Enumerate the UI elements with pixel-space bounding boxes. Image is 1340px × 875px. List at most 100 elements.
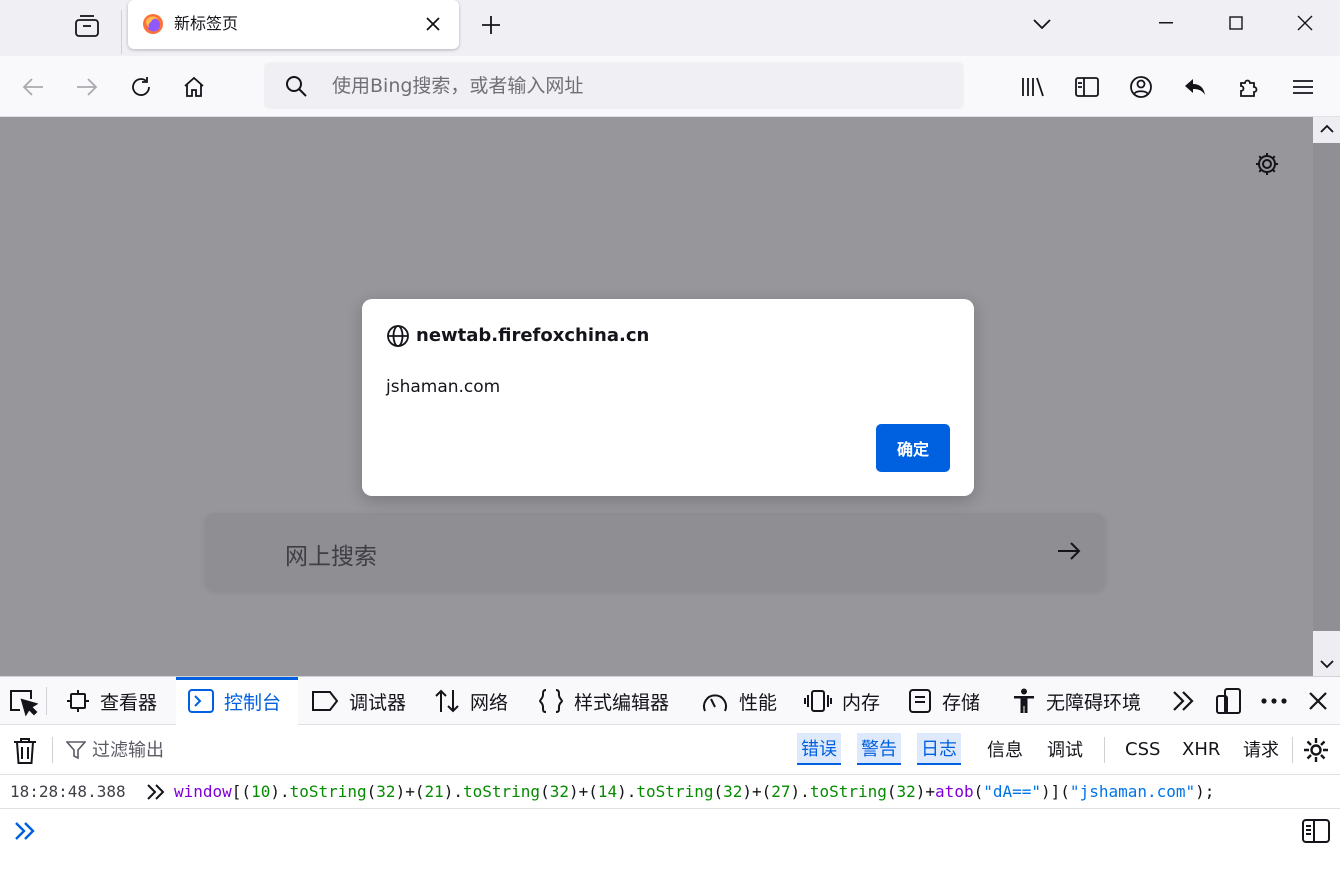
filter-css-button[interactable]: CSS	[1121, 733, 1164, 765]
code-token: )+(	[568, 782, 598, 801]
filter-warnings-button[interactable]: 警告	[857, 733, 901, 765]
code-token: toString	[463, 782, 541, 801]
tab-new-tab[interactable]: 新标签页	[128, 0, 459, 49]
devtools-tab-network[interactable]: 网络	[434, 677, 524, 725]
console-input-row[interactable]	[0, 809, 1340, 849]
close-icon	[426, 17, 440, 31]
devtools-tab-memory[interactable]: 内存	[804, 677, 894, 725]
devtools-tab-performance[interactable]: 性能	[701, 677, 791, 725]
arrow-right-icon[interactable]	[1055, 537, 1083, 565]
home-icon	[184, 76, 204, 97]
plus-icon	[482, 16, 500, 34]
chevron-down-icon[interactable]	[1319, 656, 1335, 672]
inspector-icon	[67, 690, 89, 712]
filter-label: 调试	[1047, 740, 1083, 761]
undo-close-tab-button[interactable]	[1178, 70, 1212, 104]
chevron-up-icon[interactable]	[1319, 121, 1335, 137]
devtools-tab-console[interactable]: 控制台	[176, 677, 298, 725]
maximize-window-button[interactable]	[1221, 8, 1251, 38]
devtools-options-button[interactable]	[1259, 686, 1289, 716]
gear-icon[interactable]	[1302, 736, 1330, 764]
code-token: );	[1195, 782, 1215, 801]
search-icon	[286, 76, 307, 97]
web-search-box[interactable]: 网上搜索	[205, 513, 1105, 590]
scrollbar-thumb[interactable]	[1313, 143, 1340, 631]
address-bar[interactable]	[264, 62, 964, 109]
code-token: window	[174, 782, 232, 801]
code-token: 27	[771, 782, 791, 801]
close-icon	[1309, 692, 1327, 710]
code-token: ).	[790, 782, 810, 801]
filter-xhr-button[interactable]: XHR	[1178, 733, 1224, 765]
gear-icon[interactable]	[1254, 151, 1280, 177]
more-tools-button[interactable]	[1168, 686, 1198, 716]
new-tab-button[interactable]	[476, 10, 506, 40]
tab-close-button[interactable]	[421, 12, 445, 36]
undo-arrow-icon	[1185, 79, 1205, 95]
filter-label: 日志	[921, 739, 957, 760]
network-icon	[435, 689, 459, 713]
code-token: 32	[896, 782, 916, 801]
filter-label: 错误	[801, 739, 837, 760]
reload-button[interactable]	[124, 70, 158, 104]
firefox-logo-icon	[143, 14, 163, 34]
sidebar-button[interactable]	[1070, 70, 1104, 104]
code-token: )+	[915, 782, 936, 801]
filter-separator	[1104, 737, 1105, 763]
code-token: 32	[723, 782, 743, 801]
chevron-double-right-icon	[15, 822, 35, 840]
devtools-tab-inspector[interactable]: 查看器	[66, 677, 176, 725]
filter-logs-button[interactable]: 日志	[917, 733, 961, 765]
performance-icon	[703, 694, 727, 712]
trash-icon[interactable]	[12, 737, 38, 765]
debugger-icon	[312, 691, 339, 711]
devtools-tab-accessibility[interactable]: 无障碍环境	[1012, 677, 1157, 725]
minimize-icon	[1159, 22, 1173, 24]
library-button[interactable]	[1016, 70, 1050, 104]
forward-button[interactable]	[70, 70, 104, 104]
filter-requests-button[interactable]: 请求	[1239, 733, 1283, 765]
responsive-design-mode-button[interactable]	[1214, 686, 1244, 716]
arrow-right-icon	[77, 78, 98, 96]
devtools-tab-style-editor[interactable]: 样式编辑器	[538, 677, 688, 725]
tab-title: 新标签页	[174, 14, 239, 33]
home-button[interactable]	[177, 70, 211, 104]
filter-separator	[52, 737, 53, 763]
code-token: (	[886, 782, 897, 801]
chevron-down-icon	[1033, 19, 1051, 29]
element-picker-icon[interactable]	[8, 688, 38, 716]
app-menu-button[interactable]	[1286, 70, 1320, 104]
firefox-view-button[interactable]	[62, 6, 112, 46]
more-horizontal-icon	[1261, 698, 1287, 704]
filter-errors-button[interactable]: 错误	[797, 733, 841, 765]
devtools-tab-label: 调试器	[349, 691, 407, 714]
code-token: "jshaman.com"	[1069, 782, 1196, 801]
ok-button[interactable]: 确定	[876, 424, 950, 472]
code-token: 21	[424, 782, 444, 801]
filter-label: 请求	[1243, 740, 1279, 761]
console-input[interactable]	[46, 815, 1246, 843]
code-token: )](	[1041, 782, 1070, 801]
filter-info-button[interactable]: 信息	[983, 733, 1027, 765]
list-all-tabs-button[interactable]	[1028, 10, 1056, 38]
code-token: ).	[270, 782, 290, 801]
devtools-toolbar: 查看器 控制台 调试器 网络 样式编辑器 性能 内存 存储 无障碍环境	[0, 677, 1340, 725]
log-timestamp: 18:28:48.388	[10, 782, 126, 801]
close-icon	[1297, 15, 1313, 31]
minimize-window-button[interactable]	[1151, 8, 1181, 38]
extensions-button[interactable]	[1232, 70, 1266, 104]
filter-output-input[interactable]	[92, 734, 652, 766]
address-input[interactable]	[332, 62, 932, 109]
accessibility-icon	[1014, 688, 1034, 713]
page-scrollbar[interactable]	[1313, 117, 1340, 676]
back-button[interactable]	[16, 70, 50, 104]
devtools-tab-debugger[interactable]: 调试器	[311, 677, 421, 725]
sidebar-toggle-icon[interactable]	[1302, 819, 1330, 843]
storage-icon	[909, 689, 931, 713]
account-button[interactable]	[1124, 70, 1158, 104]
devtools-tab-storage[interactable]: 存储	[908, 677, 998, 725]
devtools-tab-label: 存储	[942, 691, 981, 714]
close-window-button[interactable]	[1290, 8, 1320, 38]
close-devtools-button[interactable]	[1303, 686, 1333, 716]
filter-debug-button[interactable]: 调试	[1043, 733, 1087, 765]
